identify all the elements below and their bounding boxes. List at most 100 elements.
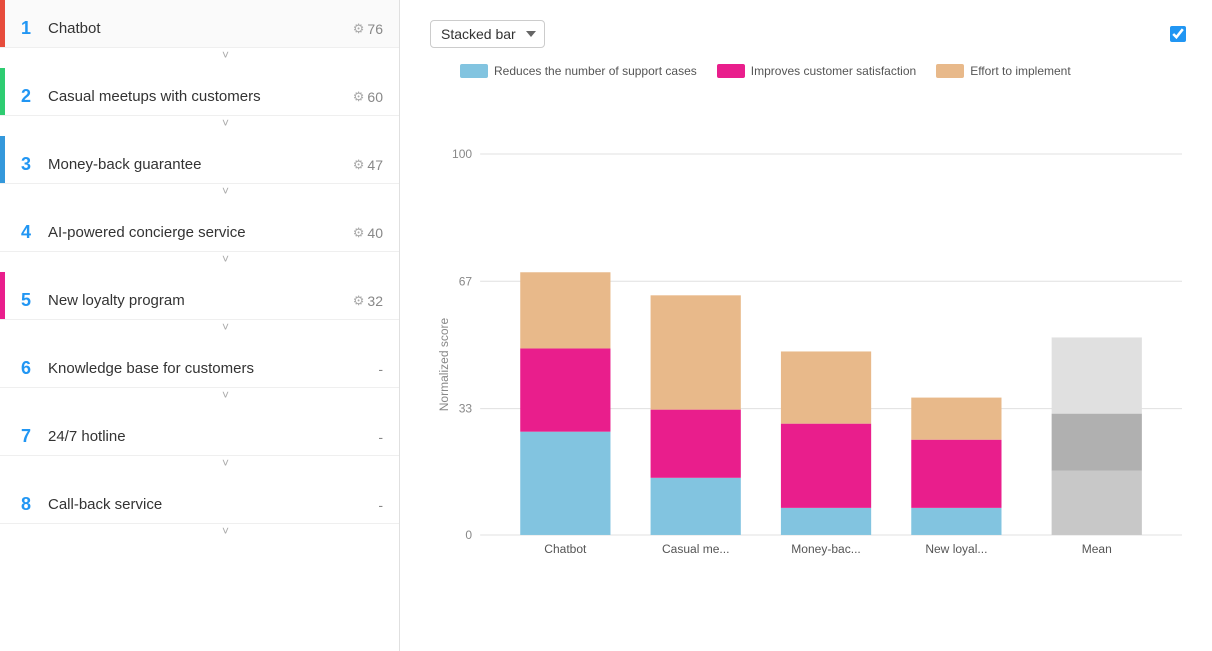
rank-number: 3 — [0, 154, 40, 175]
chevron-down-icon[interactable]: ˅ — [0, 388, 399, 408]
rank-bar — [0, 136, 5, 183]
item-score: - — [378, 361, 383, 377]
bar-chatbot-blue — [520, 432, 610, 535]
item-content: Money-back guarantee — [40, 156, 353, 174]
score-icon: ⚙ — [353, 21, 365, 37]
item-content: AI-powered concierge service — [40, 224, 353, 242]
list-item[interactable]: 5 New loyalty program ⚙ 32 — [0, 272, 399, 320]
chevron-down-icon[interactable]: ˅ — [0, 184, 399, 204]
item-score: ⚙ 32 — [353, 293, 383, 309]
score-icon: ⚙ — [353, 157, 365, 173]
rank-number: 8 — [0, 494, 40, 515]
rank-number: 5 — [0, 290, 40, 311]
bar-chatbot-pink — [520, 348, 610, 431]
bar-casual-orange — [651, 295, 741, 409]
x-label-loyal: New loyal... — [925, 542, 987, 556]
item-score: ⚙ 60 — [353, 89, 383, 105]
legend-item: Reduces the number of support cases — [460, 64, 697, 78]
rank-number: 2 — [0, 86, 40, 107]
list-item[interactable]: 1 Chatbot ⚙ 76 — [0, 0, 399, 48]
list-item[interactable]: 6 Knowledge base for customers - — [0, 340, 399, 388]
svg-text:0: 0 — [465, 528, 472, 542]
bar-loyal-orange — [911, 398, 1001, 440]
chart-area: Normalized score 100 67 33 0 Chatbot Cas… — [430, 88, 1192, 641]
rank-number: 6 — [0, 358, 40, 379]
chevron-down-icon[interactable]: ˅ — [0, 456, 399, 476]
rank-bar — [0, 408, 5, 455]
item-name: Knowledge base for customers — [48, 360, 254, 377]
item-name: Chatbot — [48, 20, 101, 37]
rank-bar — [0, 476, 5, 523]
rank-bar — [0, 340, 5, 387]
score-icon: ⚙ — [353, 89, 365, 105]
svg-text:100: 100 — [452, 147, 472, 161]
bar-casual-pink — [651, 410, 741, 478]
rank-bar — [0, 272, 5, 319]
item-name: Money-back guarantee — [48, 156, 201, 173]
chevron-down-icon[interactable]: ˅ — [0, 320, 399, 340]
show-mean-row — [1170, 26, 1192, 42]
bar-mean-gray1 — [1052, 471, 1142, 535]
rank-number: 1 — [0, 18, 40, 39]
chevron-down-icon[interactable]: ˅ — [0, 48, 399, 68]
rank-number: 4 — [0, 222, 40, 243]
list-item[interactable]: 4AI-powered concierge service⚙ 40 — [0, 204, 399, 252]
svg-text:67: 67 — [459, 274, 473, 288]
item-score: - — [378, 497, 383, 513]
bar-loyal-pink — [911, 440, 1001, 508]
item-content: Call-back service — [40, 496, 378, 514]
item-content: Chatbot — [40, 20, 353, 38]
bar-money-blue — [781, 508, 871, 535]
left-panel: 1Chatbot⚙ 76˅2Casual meetups with custom… — [0, 0, 400, 651]
list-item[interactable]: 8 Call-back service - — [0, 476, 399, 524]
bar-mean-gray2 — [1052, 414, 1142, 471]
legend-label: Effort to implement — [970, 64, 1071, 78]
chart-type-row: Stacked bar Bar Line — [420, 20, 545, 48]
rank-bar — [0, 68, 5, 115]
score-icon: ⚙ — [353, 225, 365, 241]
chart-svg: Normalized score 100 67 33 0 Chatbot Cas… — [430, 88, 1192, 641]
item-score: - — [378, 429, 383, 445]
bar-loyal-blue — [911, 508, 1001, 535]
legend-item: Effort to implement — [936, 64, 1071, 78]
legend-color-box — [460, 64, 488, 78]
rank-bar — [0, 204, 5, 251]
item-content: Casual meetups with customers — [40, 88, 353, 106]
x-label-casual: Casual me... — [662, 542, 729, 556]
svg-text:33: 33 — [459, 402, 473, 416]
rank-number: 7 — [0, 426, 40, 447]
list-item[interactable]: 7 24/7 hotline - — [0, 408, 399, 456]
list-item[interactable]: 3Money-back guarantee⚙ 47 — [0, 136, 399, 184]
list-item[interactable]: 2Casual meetups with customers⚙ 60 — [0, 68, 399, 116]
show-mean-checkbox[interactable] — [1170, 26, 1186, 42]
x-label-money: Money-bac... — [791, 542, 860, 556]
chart-legend: Reduces the number of support cases Impro… — [460, 64, 1192, 78]
legend-color-box — [936, 64, 964, 78]
bar-casual-blue — [651, 478, 741, 535]
legend-label: Reduces the number of support cases — [494, 64, 697, 78]
bar-money-orange — [781, 351, 871, 423]
y-axis-title: Normalized score — [437, 317, 451, 411]
item-content: Knowledge base for customers — [40, 360, 378, 378]
bar-chatbot-orange — [520, 272, 610, 348]
chevron-down-icon[interactable]: ˅ — [0, 252, 399, 272]
item-name: 24/7 hotline — [48, 428, 126, 445]
chart-type-select[interactable]: Stacked bar Bar Line — [430, 20, 545, 48]
right-panel: Stacked bar Bar Line Reduces the number … — [400, 0, 1212, 651]
chevron-down-icon[interactable]: ˅ — [0, 116, 399, 136]
item-name: New loyalty program — [48, 292, 185, 309]
legend-label: Improves customer satisfaction — [751, 64, 916, 78]
item-score: ⚙ 76 — [353, 21, 383, 37]
x-label-chatbot: Chatbot — [544, 542, 587, 556]
x-label-mean: Mean — [1082, 542, 1112, 556]
rank-bar — [0, 0, 5, 47]
item-content: New loyalty program — [40, 292, 353, 310]
chart-header: Stacked bar Bar Line — [420, 20, 1192, 48]
item-name: AI-powered concierge service — [48, 224, 246, 241]
legend-item: Improves customer satisfaction — [717, 64, 916, 78]
legend-color-box — [717, 64, 745, 78]
bar-mean-gray3 — [1052, 337, 1142, 413]
item-name: Call-back service — [48, 496, 162, 513]
score-icon: ⚙ — [353, 293, 365, 309]
chevron-down-icon[interactable]: ˅ — [0, 524, 399, 544]
